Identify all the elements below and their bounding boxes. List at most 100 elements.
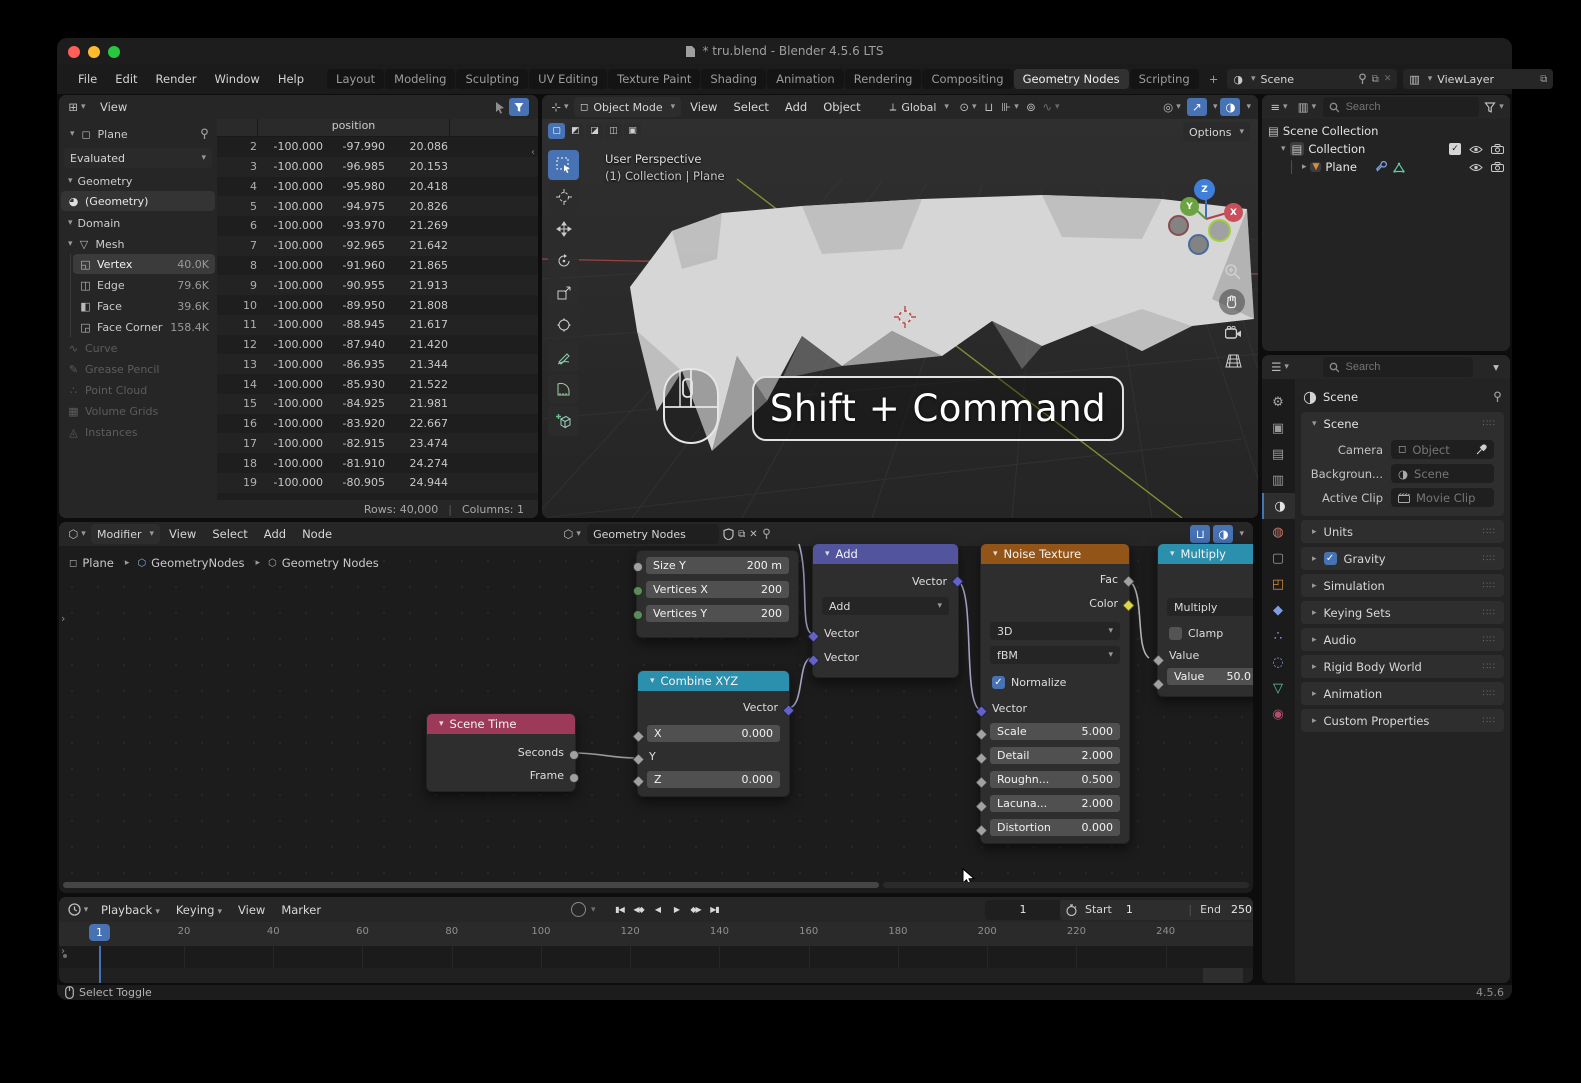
end-frame-field[interactable]: End250 xyxy=(1200,903,1252,916)
show-gizmo-icon[interactable]: ↗ xyxy=(1187,98,1207,116)
geometry-section[interactable]: ▾Geometry xyxy=(59,172,217,190)
properties-tab-render[interactable]: ▣ xyxy=(1262,415,1294,441)
timeline-menu-keying[interactable]: Keying▾ xyxy=(168,903,230,917)
tab-shading[interactable]: Shading xyxy=(701,69,766,89)
overlay-toggle-icon[interactable]: ◑ xyxy=(1213,525,1233,543)
show-visibility-icon[interactable]: ◎▾ xyxy=(1160,100,1184,114)
tool-scale[interactable] xyxy=(548,278,579,308)
add-workspace-button[interactable]: + xyxy=(1200,68,1228,90)
display-mode-icon[interactable]: ▥▾ xyxy=(1295,100,1319,114)
play-button[interactable]: ▶ xyxy=(667,901,686,918)
table-row[interactable]: 5-100.000-94.97520.826 xyxy=(217,196,538,216)
node-math-multiply[interactable]: ▾Multiply Multiply Clamp Value Value50.0 xyxy=(1157,543,1253,697)
menu-file[interactable]: File xyxy=(69,68,106,90)
properties-search[interactable] xyxy=(1323,357,1473,377)
timeline-menu-playback[interactable]: Playback▾ xyxy=(93,903,168,917)
node-menu-node[interactable]: Node xyxy=(294,527,340,541)
view-layer-selector[interactable]: ▥▾ ViewLayer ⧉ xyxy=(1403,69,1553,89)
properties-tab-tool[interactable]: ⚙ xyxy=(1262,389,1294,415)
node-tree-type-dropdown[interactable]: Modifier▾ xyxy=(91,524,160,544)
toggle-perspective-icon[interactable] xyxy=(1220,348,1246,374)
viewport-canvas[interactable]: ▢ ◩ ◪ ◫ ▣ Options▾ User Perspective (1) … xyxy=(542,119,1258,518)
table-row[interactable]: 7-100.000-92.96521.642 xyxy=(217,236,538,256)
table-row[interactable]: 2-100.000-97.99020.086 xyxy=(217,137,538,157)
exclude-checkbox[interactable]: ✓ xyxy=(1449,143,1461,155)
table-row[interactable]: 10-100.000-89.95021.808 xyxy=(217,295,538,315)
geometry-nodes-icon[interactable] xyxy=(1393,162,1405,173)
zoom-view-icon[interactable] xyxy=(1220,259,1246,285)
math-operation-dropdown[interactable]: Multiply xyxy=(1167,598,1253,616)
playhead[interactable] xyxy=(99,946,101,983)
panel-rigid-body-world[interactable]: ▸Rigid Body World∷∷ xyxy=(1301,655,1504,678)
domain-point-cloud[interactable]: ∴Point Cloud xyxy=(61,380,215,400)
tool-cursor[interactable] xyxy=(548,182,579,212)
drag-dots-icon[interactable]: ∷∷ xyxy=(1483,581,1496,591)
gizmo-y-neg[interactable] xyxy=(1208,219,1231,242)
breadcrumb-modifier[interactable]: ⬡GeometryNodes xyxy=(137,556,244,570)
scene-collection-row[interactable]: ▤ Scene Collection xyxy=(1262,122,1510,140)
fake-user-shield-icon[interactable] xyxy=(723,528,734,540)
mesh-domain-vertex[interactable]: ◱Vertex40.0K xyxy=(73,254,215,274)
jump-to-start-button[interactable]: ▮◀ xyxy=(610,901,629,918)
node-tree-name-field[interactable]: Geometry Nodes xyxy=(587,524,719,544)
copy-icon[interactable]: ⧉ xyxy=(738,529,745,540)
viewport-menu-view[interactable]: View xyxy=(682,100,725,114)
socket-size-y[interactable] xyxy=(633,562,643,572)
previous-keyframe-button[interactable]: ◀◆ xyxy=(629,901,648,918)
grid-field-vertices-x[interactable]: Vertices X200 xyxy=(646,581,789,598)
tool-measure[interactable] xyxy=(548,374,579,404)
column-header-position[interactable]: position xyxy=(257,119,450,136)
noise-dimensions-dropdown[interactable]: 3D▾ xyxy=(990,622,1120,640)
mesh-domain-face-corner[interactable]: ◲Face Corner158.4K xyxy=(73,317,215,337)
modifier-wrench-icon[interactable] xyxy=(1375,161,1387,173)
noise-field-distortion[interactable]: Distortion0.000 xyxy=(990,819,1120,836)
region-toggle-arrow[interactable]: › xyxy=(61,612,65,625)
drag-dots-icon[interactable]: ∷∷ xyxy=(1483,554,1496,564)
socket-frame-out[interactable] xyxy=(569,773,579,783)
noise-field-roughn-[interactable]: Roughn...0.500 xyxy=(990,771,1120,788)
grid-field-vertices-y[interactable]: Vertices Y200 xyxy=(646,605,789,622)
normalize-checkbox[interactable]: ✓ xyxy=(992,676,1005,689)
tab-scripting[interactable]: Scripting xyxy=(1130,69,1199,89)
editor-type-icon[interactable]: ⊞▾ xyxy=(64,100,90,114)
current-frame-field[interactable]: 1 xyxy=(985,900,1061,920)
viewport-menu-object[interactable]: Object xyxy=(815,100,868,114)
node-menu-select[interactable]: Select xyxy=(204,527,255,541)
minimize-window-button[interactable] xyxy=(88,46,100,58)
options-button[interactable]: Options▾ xyxy=(1183,122,1250,142)
node-grid[interactable]: Size Y200 mVertices X200Vertices Y200 xyxy=(636,550,799,638)
properties-tab-particles[interactable]: ∴ xyxy=(1262,623,1294,649)
spreadsheet-object-row[interactable]: ▾ ◻ Plane xyxy=(61,124,215,144)
select-extend-mode[interactable]: ◩ xyxy=(567,123,584,139)
table-row[interactable]: 13-100.000-86.93521.344 xyxy=(217,354,538,374)
next-keyframe-button[interactable]: ◆▶ xyxy=(686,901,705,918)
noise-field-detail[interactable]: Detail2.000 xyxy=(990,747,1120,764)
table-row[interactable]: 18-100.000-81.91024.274 xyxy=(217,453,538,473)
menu-window[interactable]: Window xyxy=(205,68,268,90)
zoom-window-button[interactable] xyxy=(108,46,120,58)
chevron-left-icon[interactable]: ‹ xyxy=(531,147,535,158)
table-row[interactable]: 16-100.000-83.92022.667 xyxy=(217,414,538,434)
domain-instances[interactable]: ◬Instances xyxy=(61,422,215,442)
table-row[interactable]: 4-100.000-95.98020.418 xyxy=(217,177,538,197)
select-subtract-mode[interactable]: ◪ xyxy=(586,123,603,139)
domain-grease-pencil[interactable]: ✎Grease Pencil xyxy=(61,359,215,379)
tab-geometry-nodes[interactable]: Geometry Nodes xyxy=(1014,69,1129,89)
hide-eye-icon[interactable] xyxy=(1469,163,1483,172)
disable-render-camera-icon[interactable] xyxy=(1491,162,1504,172)
tab-sculpting[interactable]: Sculpting xyxy=(456,69,528,89)
snap-target-icon[interactable]: ⊪▾ xyxy=(998,100,1022,114)
properties-tab-object[interactable]: ◰ xyxy=(1262,571,1294,597)
noise-field-scale[interactable]: Scale5.000 xyxy=(990,723,1120,740)
node-tree-icon[interactable]: ⬡▾ xyxy=(561,527,583,541)
gizmo-z-axis[interactable]: Z xyxy=(1194,179,1215,200)
table-row[interactable]: 14-100.000-85.93021.522 xyxy=(217,374,538,394)
active-clip-field[interactable]: Movie Clip xyxy=(1391,488,1494,507)
gizmo-y-axis[interactable]: Y xyxy=(1180,197,1199,216)
jump-to-end-button[interactable]: ▶▮ xyxy=(705,901,724,918)
pin-icon[interactable] xyxy=(1358,73,1367,85)
panel-gravity[interactable]: ▸✓Gravity∷∷ xyxy=(1301,547,1504,570)
editor-type-icon[interactable]: ≡▾ xyxy=(1267,100,1291,114)
horizontal-scrollbar[interactable] xyxy=(63,882,879,888)
panel-title[interactable]: Scene xyxy=(1324,417,1359,431)
